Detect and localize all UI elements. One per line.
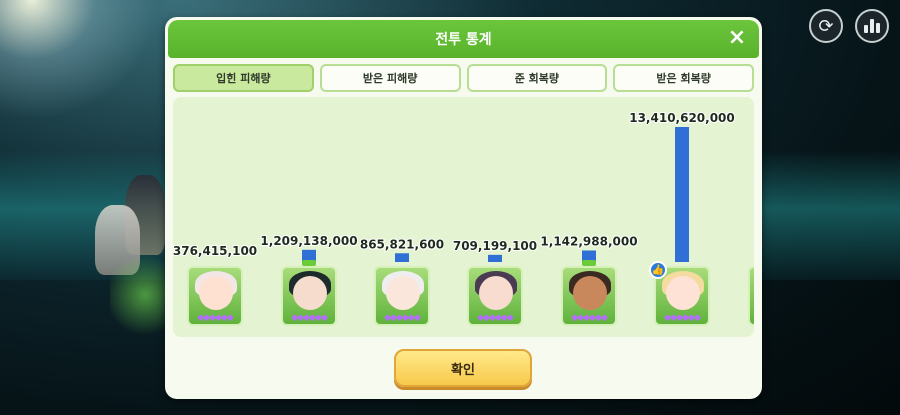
close-icon: ×: [727, 25, 747, 50]
damage-value-label: 1,209,138,000: [260, 234, 357, 248]
damage-chart: 376,415,100 1,209,138,000 865,821,600 709,1…: [173, 97, 754, 337]
thumbs-up-badge-icon: 👍: [649, 261, 667, 279]
damage-value-label: 865,821,600: [360, 237, 444, 251]
damage-value-label: 13,410,620,000: [629, 111, 735, 125]
star-rating-icon: ◆◆◆◆◆◆: [664, 313, 701, 323]
character-portrait[interactable]: ◆◆◆◆◆◆: [187, 266, 243, 326]
stats-button[interactable]: [855, 9, 889, 43]
character-portrait[interactable]: ◆◆◆◆◆◆: [281, 266, 337, 326]
stage-light: [0, 0, 160, 120]
damage-bar: [488, 254, 502, 262]
dialog-header: 전투 통계 ×: [168, 20, 759, 58]
tab-healing-received[interactable]: 받은 회복량: [613, 64, 754, 92]
stats-tabs: 입힌 피해량 받은 피해량 준 회복량 받은 회복량: [173, 64, 754, 92]
bar-chart-icon: [864, 19, 880, 33]
highlight-marker: [302, 260, 316, 266]
star-rating-icon: ◆◆◆◆◆◆: [571, 313, 608, 323]
refresh-button[interactable]: ⟳: [809, 9, 843, 43]
battle-stats-dialog: 전투 통계 × 입힌 피해량 받은 피해량 준 회복량 받은 회복량 376,4…: [165, 17, 762, 399]
star-rating-icon: ◆◆◆◆◆◆: [384, 313, 421, 323]
tab-damage-taken[interactable]: 받은 피해량: [319, 64, 461, 92]
close-button[interactable]: ×: [725, 26, 749, 50]
damage-bar: [395, 253, 409, 262]
highlight-marker: [582, 260, 596, 266]
star-rating-icon: ◆◆◆◆◆◆: [291, 313, 328, 323]
damage-value-label: 376,415,100: [173, 244, 257, 258]
character-portrait[interactable]: [748, 266, 754, 326]
star-rating-icon: ◆◆◆◆◆◆: [477, 313, 514, 323]
damage-value-label: 1,142,988,000: [540, 234, 637, 248]
star-rating-icon: ◆◆◆◆◆◆: [197, 313, 234, 323]
character-portrait[interactable]: ◆◆◆◆◆◆: [374, 266, 430, 326]
refresh-icon: ⟳: [818, 15, 834, 37]
confirm-button[interactable]: 확인: [394, 349, 532, 387]
tab-healing-given[interactable]: 준 회복량: [466, 64, 608, 92]
character-portrait[interactable]: ◆◆◆◆◆◆: [561, 266, 617, 326]
character-portrait[interactable]: ◆◆◆◆◆◆: [467, 266, 523, 326]
damage-bar: [675, 127, 689, 262]
damage-value-label: 709,199,100: [453, 239, 537, 253]
tab-damage-dealt[interactable]: 입힌 피해량: [173, 64, 314, 92]
dialog-title: 전투 통계: [435, 32, 492, 48]
